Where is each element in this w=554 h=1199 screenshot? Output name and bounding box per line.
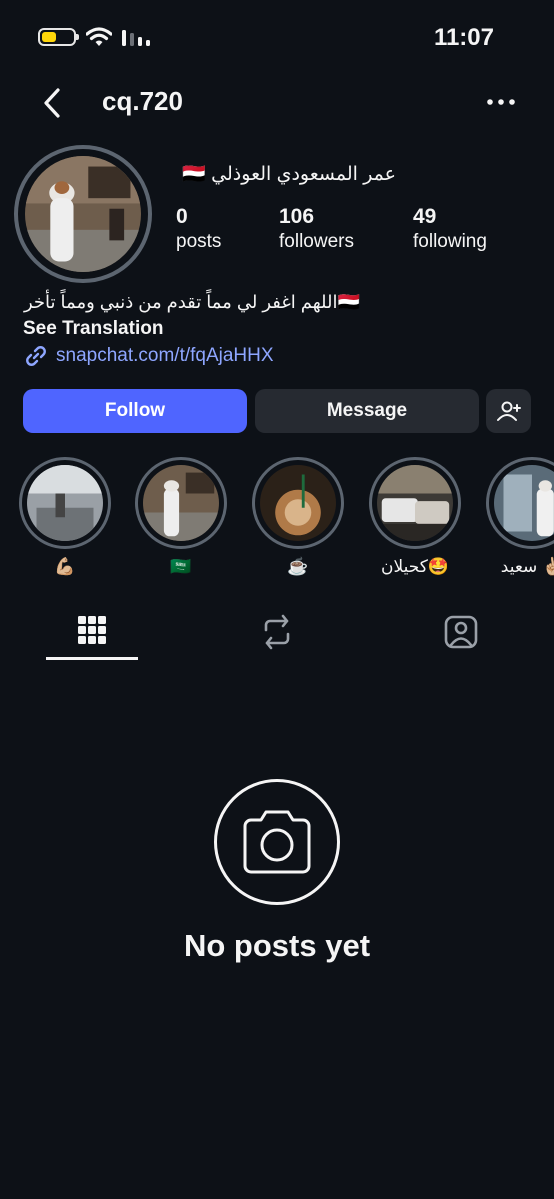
highlight-caption: 💪🏼 bbox=[54, 557, 76, 576]
camera-icon bbox=[243, 810, 311, 874]
highlight-cover bbox=[377, 465, 453, 541]
story-highlight[interactable]: ☕️ bbox=[250, 457, 346, 577]
add-user-icon bbox=[496, 401, 521, 421]
message-button[interactable]: Message bbox=[255, 389, 479, 433]
story-highlight[interactable]: سعيد ✌🏼 bbox=[484, 457, 554, 577]
stat-label: posts bbox=[176, 231, 222, 252]
highlight-caption: سعيد ✌🏼 bbox=[500, 557, 554, 576]
profile-full-name: عمر المسعودي العوذلي 🇾🇪 bbox=[182, 164, 396, 185]
stat-posts[interactable]: 0 posts bbox=[176, 205, 221, 253]
profile-bio: اللهم اغفر لي مماً تقدم من ذنبي ومماً تأ… bbox=[24, 292, 360, 312]
highlight-cover bbox=[494, 465, 554, 541]
stat-followers[interactable]: 106 followers bbox=[279, 205, 354, 253]
highlight-cover bbox=[260, 465, 336, 541]
follow-button[interactable]: Follow bbox=[23, 389, 247, 433]
story-highlight[interactable]: 🇸🇦 bbox=[133, 457, 229, 577]
stat-following[interactable]: 49 following bbox=[413, 205, 487, 253]
cellular-signal-icon bbox=[122, 30, 150, 46]
profile-avatar[interactable] bbox=[14, 145, 152, 283]
profile-username: cq.720 bbox=[102, 86, 183, 116]
story-highlight[interactable]: كحيلان🤩 bbox=[367, 457, 463, 577]
status-time: 11:07 bbox=[433, 24, 494, 51]
highlight-cover bbox=[27, 465, 103, 541]
stat-value: 0 bbox=[176, 205, 188, 228]
stat-value: 49 bbox=[413, 205, 437, 228]
stat-label: followers bbox=[279, 231, 354, 252]
battery-icon bbox=[38, 28, 79, 46]
wifi-icon bbox=[86, 27, 112, 46]
stat-value: 106 bbox=[279, 205, 315, 228]
more-options-icon[interactable] bbox=[486, 94, 516, 110]
highlight-cover bbox=[143, 465, 219, 541]
empty-posts-camera bbox=[214, 779, 340, 905]
story-highlight[interactable]: 💪🏼 bbox=[17, 457, 113, 577]
highlight-caption: 🇸🇦 bbox=[170, 557, 192, 576]
highlight-caption: ☕️ bbox=[287, 557, 309, 576]
back-arrow-icon[interactable] bbox=[36, 86, 72, 122]
no-posts-text: No posts yet bbox=[183, 928, 371, 963]
reposts-icon[interactable] bbox=[257, 612, 297, 652]
active-tab-indicator bbox=[46, 657, 138, 660]
grid-icon[interactable] bbox=[72, 612, 112, 652]
stat-label: following bbox=[413, 231, 487, 252]
profile-link[interactable]: snapchat.com/t/fqAjaHHX bbox=[24, 344, 274, 368]
status-bar: 11:07 bbox=[0, 0, 554, 75]
highlight-caption: كحيلان🤩 bbox=[381, 557, 449, 576]
tagged-icon[interactable] bbox=[441, 612, 481, 652]
suggested-accounts-button[interactable] bbox=[486, 389, 531, 433]
link-icon bbox=[26, 346, 46, 366]
profile-link-text: snapchat.com/t/fqAjaHHX bbox=[56, 345, 274, 366]
see-translation-button[interactable]: See Translation bbox=[23, 318, 163, 340]
